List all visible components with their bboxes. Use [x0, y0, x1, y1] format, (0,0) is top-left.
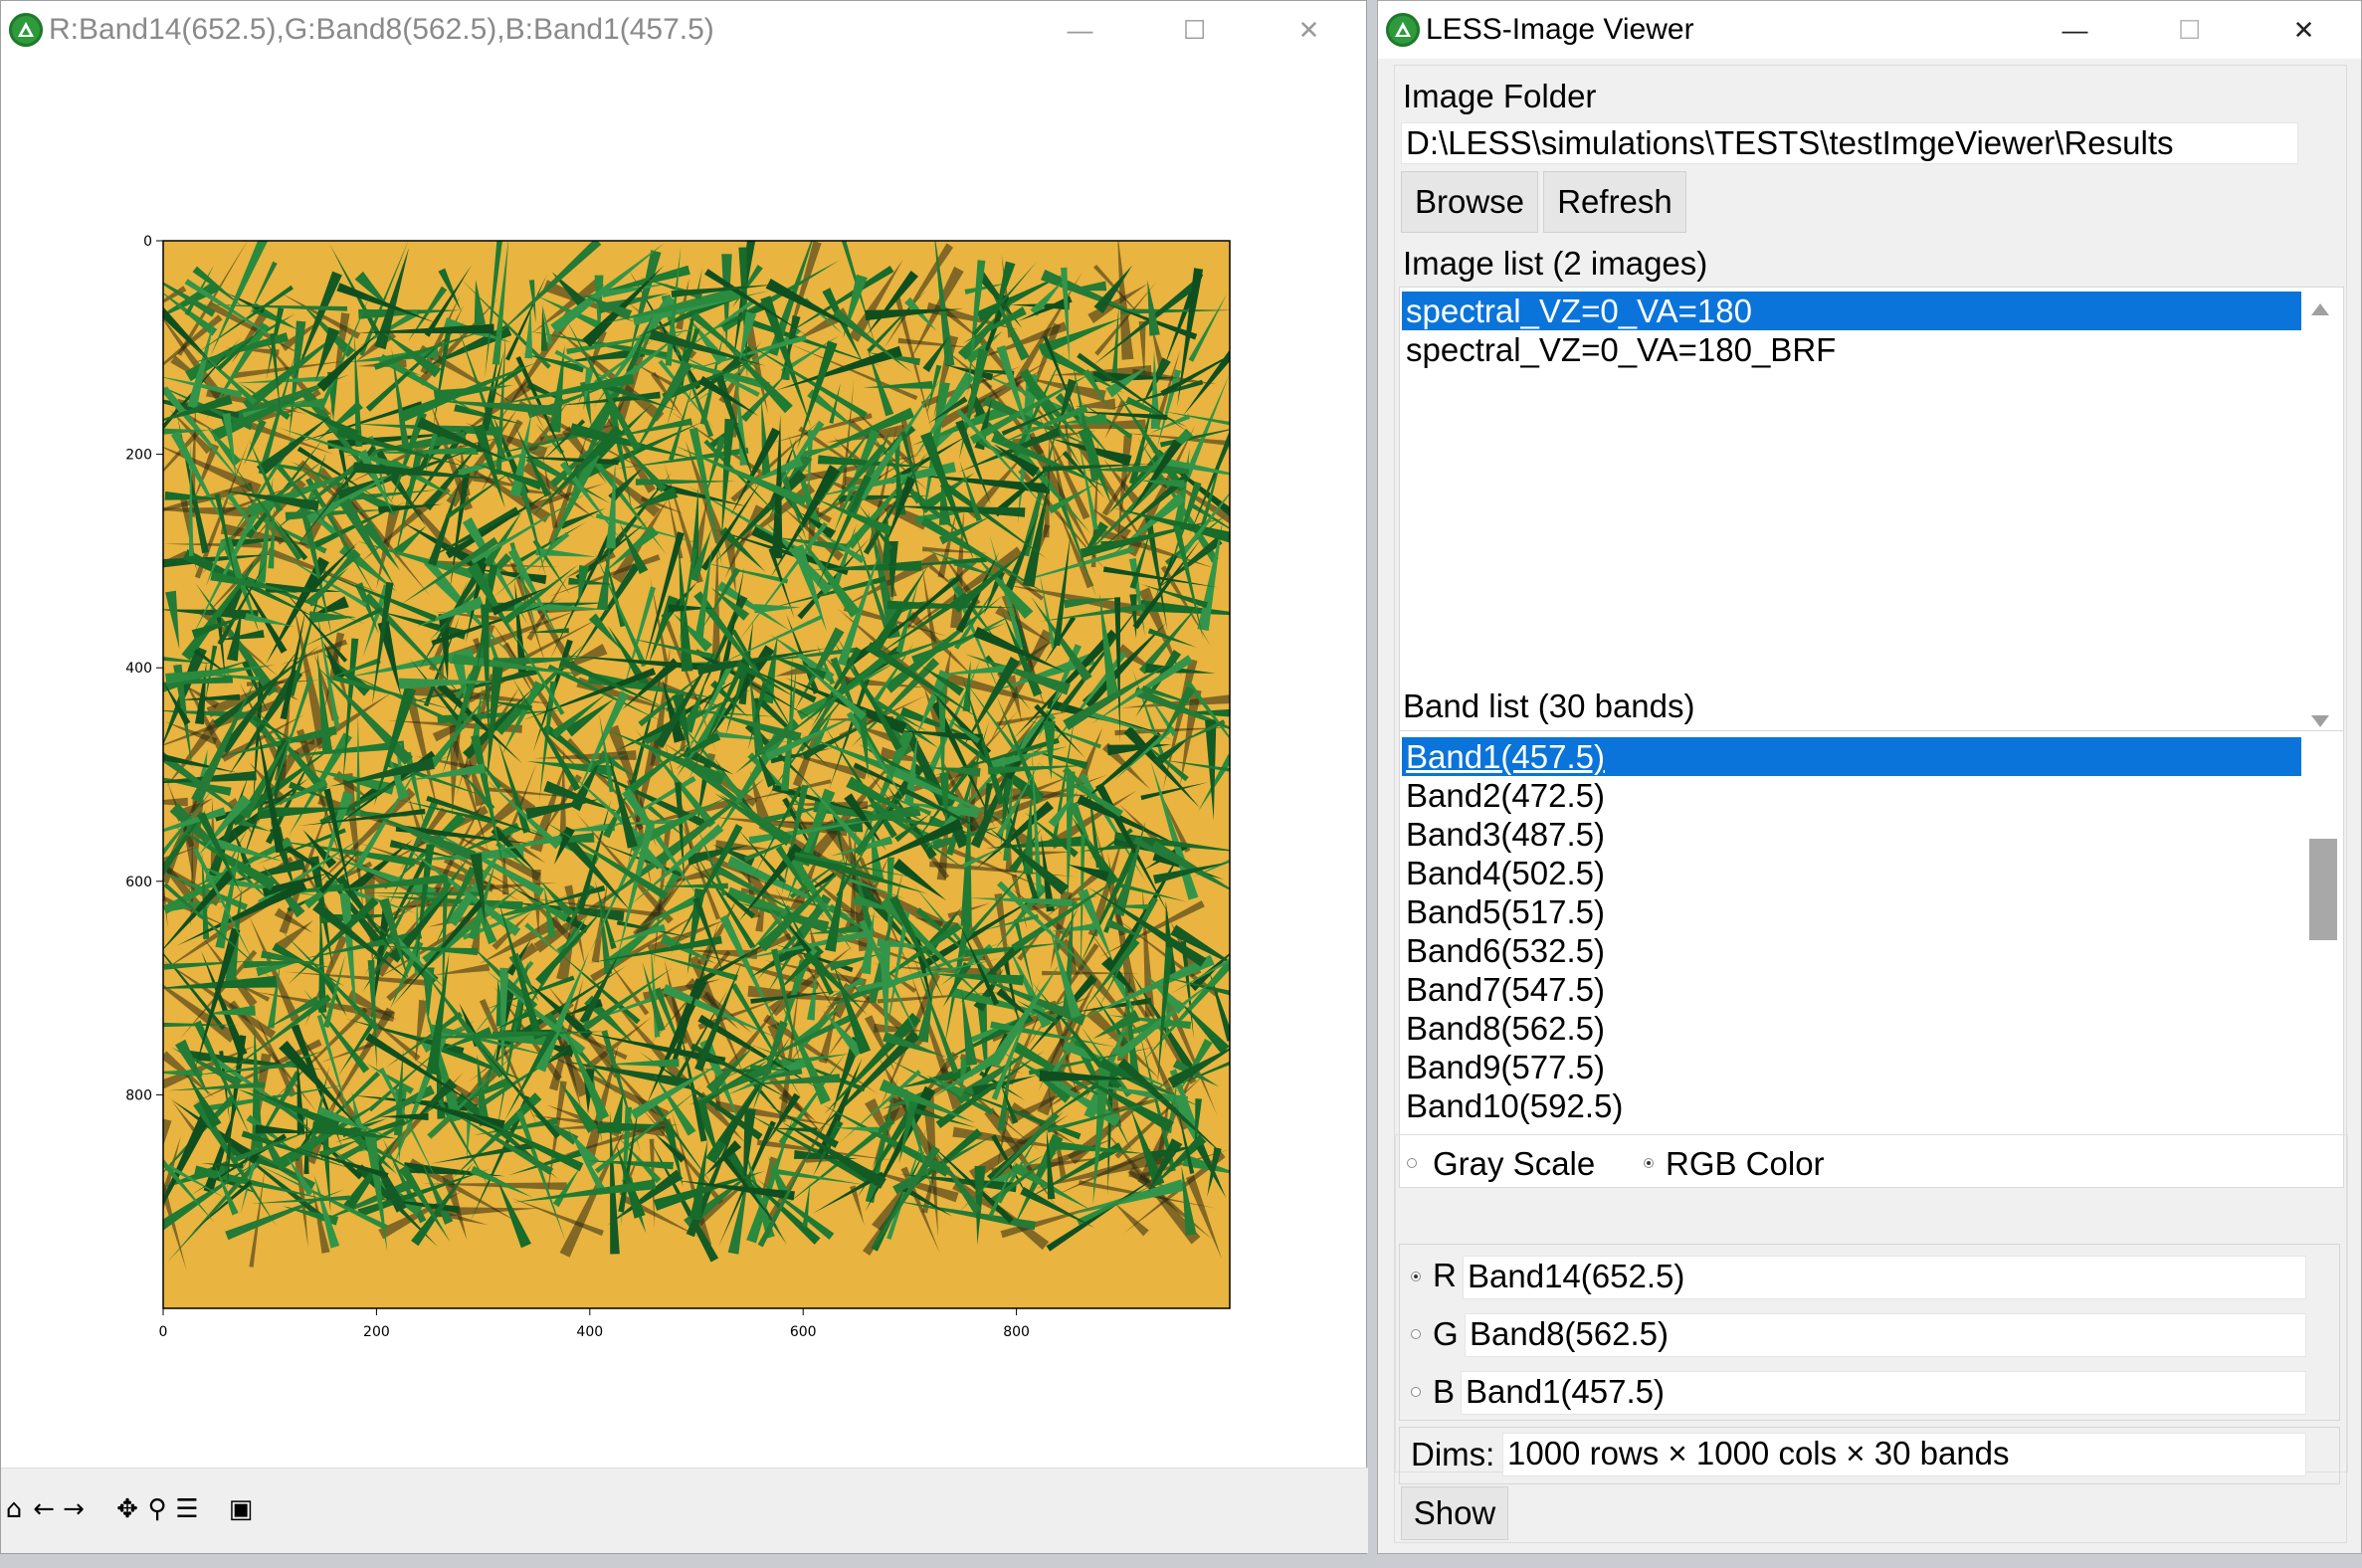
band-list-item[interactable]: Band8(562.5) — [1402, 1009, 2301, 1048]
figure-title: R:Band14(652.5),G:Band8(562.5),B:Band1(4… — [49, 13, 714, 46]
show-button[interactable]: Show — [1401, 1486, 1508, 1540]
y-tick-label: 0 — [143, 234, 152, 250]
pan-icon[interactable]: ✥ — [114, 1492, 140, 1526]
refresh-button[interactable]: Refresh — [1543, 171, 1686, 233]
gray-scale-label[interactable]: Gray Scale — [1433, 1145, 1595, 1183]
y-tick-label: 800 — [125, 1087, 152, 1103]
back-arrow-icon[interactable]: ← — [31, 1492, 57, 1526]
red-channel-radio[interactable] — [1411, 1272, 1421, 1281]
green-channel-radio[interactable] — [1411, 1329, 1421, 1339]
band-list-label: Band list (30 bands) — [1403, 687, 1695, 724]
red-channel-label: R — [1433, 1257, 1457, 1293]
zoom-icon[interactable]: ⚲ — [144, 1492, 170, 1526]
maximize-button[interactable]: ☐ — [2132, 1, 2247, 59]
band-list-item[interactable]: Band2(472.5) — [1402, 776, 2301, 815]
band-list-item[interactable]: Band6(532.5) — [1402, 931, 2301, 970]
blue-band-input[interactable]: Band1(457.5) — [1461, 1371, 2306, 1415]
viewer-titlebar[interactable]: LESS-Image Viewer — ☐ ✕ — [1378, 1, 2361, 59]
viewer-content: Image Folder D:\LESS\simulations\TESTS\t… — [1394, 65, 2348, 1543]
figure-window: R:Band14(652.5),G:Band8(562.5),B:Band1(4… — [0, 0, 1368, 1554]
app-logo-icon — [1386, 13, 1420, 47]
band-listbox[interactable]: Band1(457.5) Band2(472.5) Band3(487.5) Band… — [1399, 730, 2344, 1188]
image-list-item[interactable]: spectral_VZ=0_VA=180_BRF — [1402, 330, 2301, 369]
rgb-color-radio[interactable] — [1644, 1158, 1654, 1168]
x-tick-label: 200 — [363, 1324, 390, 1340]
band-list-item[interactable]: Band10(592.5) — [1402, 1086, 2301, 1125]
x-tick-label: 0 — [159, 1324, 168, 1340]
image-folder-label: Image Folder — [1403, 78, 1597, 114]
y-tick-label: 400 — [125, 661, 152, 677]
viewer-title: LESS-Image Viewer — [1426, 13, 1694, 46]
x-tick-label: 800 — [1003, 1324, 1030, 1340]
figure-titlebar[interactable]: R:Band14(652.5),G:Band8(562.5),B:Band1(4… — [1, 1, 1366, 59]
image-list-item[interactable]: spectral_VZ=0_VA=180 — [1402, 292, 2301, 330]
image-listbox[interactable]: spectral_VZ=0_VA=180 spectral_VZ=0_VA=180… — [1399, 287, 2344, 744]
band-list-item[interactable]: Band4(502.5) — [1402, 854, 2301, 892]
y-tick-label: 200 — [125, 448, 152, 464]
gray-scale-radio[interactable] — [1407, 1158, 1417, 1168]
forward-arrow-icon[interactable]: → — [61, 1492, 87, 1526]
home-icon[interactable]: ⌂ — [1, 1492, 27, 1526]
minimize-button[interactable]: — — [2018, 1, 2132, 59]
scroll-down-icon[interactable] — [2311, 715, 2329, 727]
y-tick-label: 600 — [125, 875, 152, 890]
x-axis: 0 200 400 600 800 — [159, 1308, 1030, 1340]
band-list-item[interactable]: Band3(487.5) — [1402, 815, 2301, 854]
figure-toolbar: ⌂ ← → ✥ ⚲ ☰ ▣ — [1, 1468, 1368, 1553]
maximize-button[interactable]: ☐ — [1137, 1, 1252, 59]
configure-subplots-icon[interactable]: ☰ — [174, 1492, 200, 1526]
dims-value-field: 1000 rows × 1000 cols × 30 bands — [1502, 1433, 2306, 1476]
band-list-item[interactable]: Band5(517.5) — [1402, 892, 2301, 931]
save-icon[interactable]: ▣ — [228, 1492, 254, 1526]
x-tick-label: 600 — [790, 1324, 817, 1340]
close-button[interactable]: ✕ — [2247, 1, 2361, 59]
plot-canvas[interactable]: 0 200 400 600 800 0 200 400 600 800 — [1, 59, 1366, 1466]
band-scrollbar-thumb[interactable] — [2309, 839, 2337, 940]
close-button[interactable]: ✕ — [1252, 1, 1366, 59]
rgb-color-label[interactable]: RGB Color — [1666, 1145, 1825, 1183]
minimize-button[interactable]: — — [1023, 1, 1137, 59]
green-band-input[interactable]: Band8(562.5) — [1465, 1313, 2306, 1357]
red-band-input[interactable]: Band14(652.5) — [1463, 1256, 2306, 1299]
x-tick-label: 400 — [576, 1324, 603, 1340]
scroll-up-icon[interactable] — [2311, 303, 2329, 315]
browse-button[interactable]: Browse — [1401, 171, 1538, 233]
band-list-item[interactable]: Band9(577.5) — [1402, 1048, 2301, 1086]
dims-label: Dims: — [1411, 1436, 1495, 1472]
blue-channel-label: B — [1433, 1373, 1456, 1410]
band-list-item[interactable]: Band1(457.5) — [1402, 737, 2301, 776]
green-channel-label: G — [1433, 1315, 1459, 1352]
image-list-label: Image list (2 images) — [1403, 245, 1708, 282]
band-list-item[interactable]: Band7(547.5) — [1402, 970, 2301, 1009]
image-folder-path-input[interactable]: D:\LESS\simulations\TESTS\testImgeViewer… — [1401, 122, 2298, 164]
image-viewer-window: LESS-Image Viewer — ☐ ✕ Image Folder D:\… — [1377, 0, 2362, 1554]
y-axis: 0 200 400 600 800 — [125, 234, 163, 1103]
app-logo-icon — [9, 13, 43, 47]
blue-channel-radio[interactable] — [1411, 1387, 1421, 1397]
